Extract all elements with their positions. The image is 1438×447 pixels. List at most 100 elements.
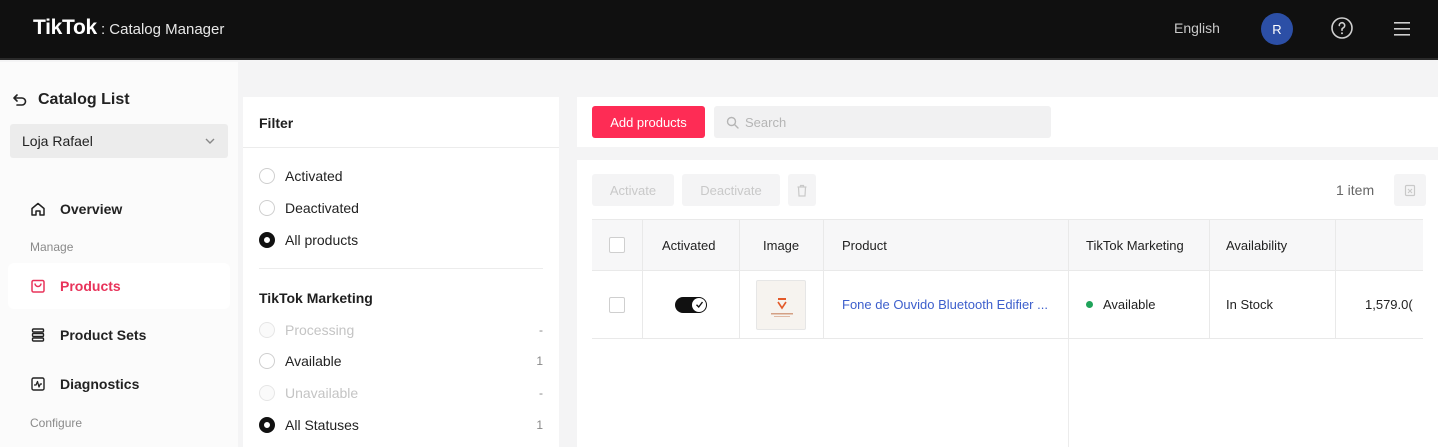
avatar[interactable]: R (1261, 13, 1293, 45)
brand[interactable]: TikTok : Catalog Manager (33, 16, 224, 40)
search-input[interactable]: Search (714, 106, 1051, 138)
row-select-cell (609, 271, 625, 338)
option-label: Processing (285, 322, 355, 338)
divider (1068, 339, 1069, 447)
divider (823, 220, 824, 270)
bag-icon (31, 279, 45, 293)
divider (1209, 271, 1210, 338)
divider (1335, 220, 1336, 270)
filter-option-available[interactable]: Available 1 (259, 353, 543, 369)
top-bar: TikTok : Catalog Manager English R (0, 0, 1438, 60)
pulse-icon (31, 377, 45, 391)
store-name: Loja Rafael (22, 133, 93, 149)
header-image: Image (763, 237, 800, 253)
radio[interactable] (259, 417, 275, 433)
select-all-checkbox[interactable] (609, 237, 625, 253)
filter-panel: Filter Activated Deactivated All product… (243, 97, 559, 447)
back-arrow-icon (13, 94, 27, 106)
home-icon (31, 202, 45, 216)
toggle-knob (692, 297, 706, 312)
filter-option-unavailable: Unavailable - (259, 385, 543, 401)
activated-cell (675, 271, 707, 338)
image-cell (756, 271, 806, 338)
product-thumbnail[interactable] (756, 279, 806, 330)
filter-title: Filter (259, 115, 294, 131)
divider (823, 271, 824, 338)
filter-option-all-products[interactable]: All products (259, 232, 543, 248)
brand-logo: TikTok (33, 16, 97, 39)
export-icon (1404, 184, 1416, 196)
divider (642, 220, 643, 270)
table-header: Activated Image Product TikTok Marketing… (592, 219, 1423, 271)
select-all-cell (609, 220, 625, 270)
header-product[interactable]: Product (842, 220, 887, 270)
status-badge: Available (1103, 297, 1156, 312)
filter-option-deactivated[interactable]: Deactivated (259, 200, 543, 216)
left-nav: Catalog List Loja Rafael Overview Manage… (0, 62, 238, 447)
language-selector[interactable]: English (1174, 20, 1220, 36)
back-label: Catalog List (38, 91, 130, 108)
product-image-icon (771, 297, 793, 317)
divider (739, 220, 740, 270)
section-manage: Manage (30, 240, 74, 254)
product-name-link[interactable]: Fone de Ouvido Bluetooth Edifier ... (842, 271, 1048, 338)
sidebar-item-label: Products (60, 278, 121, 294)
option-count: - (539, 323, 543, 337)
section-configure: Configure (30, 416, 83, 430)
check-icon (695, 301, 703, 309)
option-label: Unavailable (285, 385, 359, 401)
status-dot-icon (1086, 301, 1093, 308)
sidebar-item-overview[interactable]: Overview (8, 186, 230, 232)
option-label: All products (285, 232, 359, 248)
delete-button[interactable] (788, 174, 816, 206)
header-availability[interactable]: Availability (1226, 220, 1287, 270)
layers-icon (31, 328, 45, 342)
divider (1068, 220, 1069, 270)
deactivate-button[interactable]: Deactivate (682, 174, 780, 206)
price-cell: 1,579.0( (1365, 297, 1413, 312)
header-tiktok-marketing[interactable]: TikTok Marketing (1086, 220, 1184, 270)
option-count: - (539, 386, 543, 400)
sidebar-item-label: Product Sets (60, 327, 147, 343)
sidebar-item-product-sets[interactable]: Product Sets (8, 312, 230, 358)
radio[interactable] (259, 353, 275, 369)
radio (259, 322, 275, 338)
option-label: Available (285, 353, 342, 369)
brand-product: : Catalog Manager (100, 21, 225, 38)
divider (1209, 220, 1210, 270)
divider (1335, 271, 1336, 338)
radio[interactable] (259, 200, 275, 216)
marketing-title: TikTok Marketing (259, 290, 373, 306)
filter-option-all-statuses[interactable]: All Statuses 1 (259, 417, 543, 433)
add-products-button[interactable]: Add products (592, 106, 705, 138)
search-placeholder: Search (745, 114, 787, 130)
chevron-down-icon (205, 138, 215, 144)
divider (259, 268, 543, 269)
divider (1068, 271, 1069, 338)
product-table-panel: Activate Deactivate 1 item Activated Ima… (577, 160, 1438, 447)
option-count: 1 (536, 354, 543, 368)
radio[interactable] (259, 168, 275, 184)
sidebar-item-diagnostics[interactable]: Diagnostics (8, 361, 230, 407)
row-checkbox[interactable] (609, 296, 625, 313)
product-toolbar: Add products Search (577, 97, 1438, 147)
back-to-catalog-list[interactable]: Catalog List (12, 91, 130, 109)
sidebar-item-products[interactable]: Products (8, 263, 230, 309)
trash-icon (797, 184, 807, 197)
sidebar-item-label: Overview (60, 201, 123, 217)
table-row[interactable]: Fone de Ouvido Bluetooth Edifier ... Ava… (592, 271, 1423, 339)
divider (739, 271, 740, 338)
menu-icon[interactable] (1391, 18, 1413, 40)
activated-toggle[interactable] (675, 296, 707, 313)
marketing-status-cell: Available (1086, 271, 1156, 338)
store-selector[interactable]: Loja Rafael (10, 124, 228, 158)
header-activated[interactable]: Activated (662, 220, 715, 270)
filter-option-activated[interactable]: Activated (259, 168, 543, 184)
divider (642, 271, 643, 338)
activate-button[interactable]: Activate (592, 174, 674, 206)
option-label: Activated (285, 168, 343, 184)
option-label: Deactivated (285, 200, 359, 216)
help-icon[interactable] (1330, 16, 1354, 40)
export-button[interactable] (1394, 174, 1426, 206)
radio[interactable] (259, 232, 275, 248)
